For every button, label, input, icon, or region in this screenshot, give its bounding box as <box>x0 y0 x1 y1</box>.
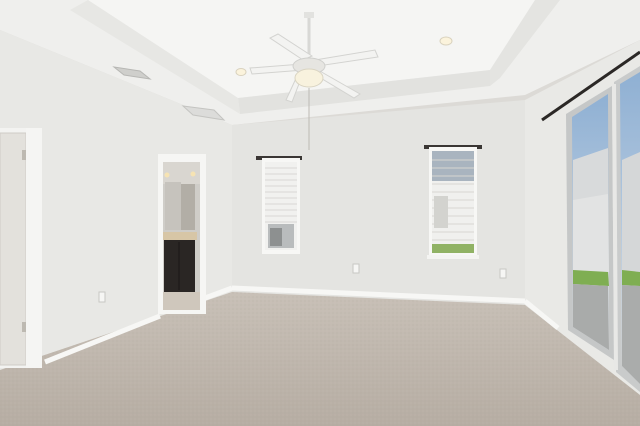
outlet-icon <box>98 291 106 303</box>
window-right[interactable] <box>424 145 482 259</box>
closet-door[interactable] <box>0 128 42 368</box>
recessed-light-icon-2 <box>235 68 247 76</box>
room-scene <box>0 0 640 426</box>
vanity-countertop <box>163 232 197 240</box>
window-left[interactable] <box>256 156 302 254</box>
vanity-light-icon-2 <box>190 171 196 177</box>
outlet-icon-2 <box>352 263 360 274</box>
recessed-light-icon <box>439 36 453 46</box>
vanity-light-icon <box>164 172 170 178</box>
outlet-icon-3 <box>499 268 507 279</box>
bathroom-doorway[interactable] <box>158 154 206 314</box>
